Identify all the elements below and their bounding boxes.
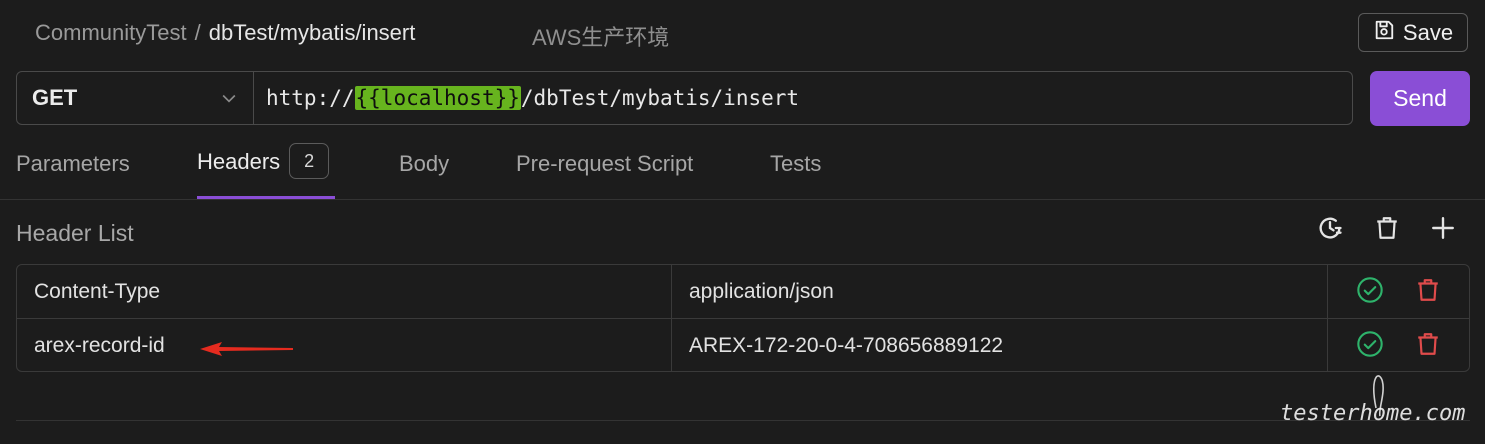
history-button[interactable] (1314, 214, 1346, 246)
plus-icon (1430, 215, 1456, 246)
enabled-toggle[interactable] (1355, 276, 1385, 309)
header-key[interactable]: arex-record-id (34, 319, 165, 372)
tab-body[interactable]: Body (399, 151, 449, 177)
url-prefix: http:// (266, 86, 355, 110)
breadcrumb: CommunityTest / dbTest/mybatis/insert (35, 20, 415, 46)
save-button-label: Save (1402, 19, 1454, 45)
watermark: testerhome.com (1278, 370, 1478, 435)
tabs-divider (0, 199, 1485, 200)
breadcrumb-root[interactable]: CommunityTest (35, 20, 187, 45)
url-suffix: /dbTest/mybatis/insert (520, 86, 800, 110)
section-divider (16, 420, 1470, 421)
history-clock-icon (1316, 214, 1344, 247)
url-input[interactable]: http://{{localhost}}/dbTest/mybatis/inse… (254, 71, 1353, 125)
tab-pre-request-script[interactable]: Pre-request Script (516, 151, 693, 177)
trash-icon (1374, 215, 1400, 246)
header-key[interactable]: Content-Type (34, 265, 160, 318)
enabled-toggle[interactable] (1355, 330, 1385, 363)
check-circle-icon (1356, 330, 1384, 363)
url-variable: {{localhost}} (354, 86, 521, 110)
header-value[interactable]: application/json (689, 265, 834, 318)
floppy-disk-icon (1373, 19, 1395, 47)
headers-count-badge: 2 (289, 143, 330, 179)
check-circle-icon (1356, 276, 1384, 309)
delete-row-button[interactable] (1413, 277, 1443, 307)
trash-icon (1415, 277, 1441, 308)
annotation-arrow (200, 341, 295, 362)
tab-parameters[interactable]: Parameters (16, 151, 130, 177)
method-select[interactable]: GET (16, 71, 254, 125)
watermark-text: testerhome.com (1280, 401, 1465, 426)
clear-headers-button[interactable] (1371, 214, 1403, 246)
tab-headers-label: Headers (197, 148, 281, 174)
delete-row-button[interactable] (1413, 331, 1443, 361)
chevron-down-icon (219, 88, 239, 114)
method-value: GET (32, 85, 78, 110)
trash-icon (1415, 331, 1441, 362)
environment-label[interactable]: AWS生产环境 (532, 20, 669, 52)
header-list-title: Header List (16, 220, 134, 246)
table-row: Content-Type application/json (17, 265, 1469, 318)
tab-headers[interactable]: Headers 2 (197, 143, 330, 181)
breadcrumb-current: dbTest/mybatis/insert (208, 20, 416, 45)
add-header-button[interactable] (1427, 214, 1459, 246)
send-button[interactable]: Send (1370, 71, 1470, 126)
tab-tests[interactable]: Tests (770, 151, 821, 177)
save-button[interactable]: Save (1358, 13, 1468, 52)
breadcrumb-separator: / (194, 20, 201, 45)
header-value[interactable]: AREX-172-20-0-4-708656889122 (689, 319, 1003, 372)
